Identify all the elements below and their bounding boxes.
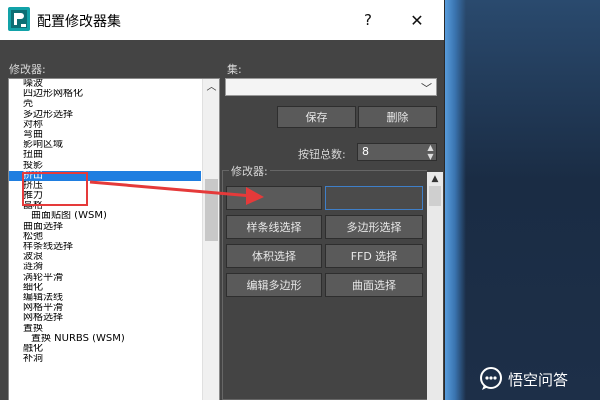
modifiers-list-label: 修改器:	[9, 63, 46, 76]
chat-bubble-logo-icon	[480, 367, 502, 390]
modifier-list-item[interactable]: 网格平滑	[9, 303, 201, 313]
modifier-list-item[interactable]: 对称	[9, 120, 201, 130]
modifiers-group-scrollbar[interactable]: ▲	[427, 172, 443, 400]
set-label: 集:	[227, 63, 242, 76]
modifier-list-item[interactable]: 网格选择	[9, 313, 201, 323]
configure-modifier-sets-dialog: 配置修改器集 ? ✕ 修改器: 噪波 四边形网格化壳多边形选择 对称 弯曲 影响区域 扭曲…	[0, 0, 445, 400]
spinner-arrows-icon[interactable]: ▲ ▼	[424, 143, 437, 161]
modifier-slot-active[interactable]	[325, 186, 423, 210]
modifier-slot-button[interactable]: 体积选择	[226, 244, 322, 268]
modifier-list-item[interactable]: 置换	[9, 324, 201, 334]
window-title: 配置修改器集	[37, 14, 121, 30]
help-button[interactable]: ?	[356, 8, 380, 32]
modifier-list-item[interactable]: 涟漪	[9, 262, 201, 272]
modifier-list-item[interactable]: 样条线选择	[9, 242, 201, 252]
modifiers-list[interactable]: 噪波 四边形网格化壳多边形选择 对称 弯曲 影响区域 扭曲 投影 挤出 挤压 推力 晶格 曲面贴图 (…	[8, 78, 220, 400]
modifier-list-item[interactable]: 融化	[9, 344, 201, 354]
modifiers-list-items: 噪波 四边形网格化壳多边形选择 对称 弯曲 影响区域 扭曲 投影 挤出 挤压 推力 晶格 曲面贴图 (…	[9, 79, 201, 364]
save-button[interactable]: 保存	[277, 106, 356, 128]
desktop-glow	[444, 0, 466, 400]
modifiers-list-scrollbar[interactable]: ︿	[202, 79, 219, 400]
scroll-thumb[interactable]	[205, 179, 218, 241]
modifier-list-item[interactable]: 曲面选择	[9, 222, 201, 232]
modifier-slot-button[interactable]: FFD 选择	[325, 244, 423, 268]
modifier-list-item[interactable]: 壳	[9, 99, 201, 109]
watermark: 悟空问答	[478, 366, 568, 392]
modifier-list-item[interactable]: 弯曲	[9, 130, 201, 140]
modifiers-group-label: 修改器:	[229, 163, 270, 179]
desktop-background	[444, 0, 600, 400]
modifier-list-item[interactable]: 波浪	[9, 252, 201, 262]
chevron-down-icon: ﹀	[421, 82, 432, 95]
watermark-text: 悟空问答	[508, 370, 569, 389]
scroll-thumb[interactable]	[429, 186, 441, 206]
modifier-slot-button[interactable]: 曲面选择	[325, 273, 423, 297]
modifier-slot-empty[interactable]	[226, 186, 322, 210]
scroll-up-arrow-icon[interactable]: ︿	[203, 81, 219, 95]
button-count-label: 按钮总数:	[298, 148, 346, 161]
modifier-list-item[interactable]: 噪波	[9, 79, 201, 89]
set-dropdown[interactable]: ﹀	[225, 78, 437, 96]
modifier-list-item[interactable]: 细化	[9, 283, 201, 293]
3dsmax-app-icon	[8, 7, 30, 31]
annotation-highlight-box	[22, 172, 88, 206]
modifier-list-item[interactable]: 扭曲	[9, 150, 201, 160]
scroll-up-arrow-icon[interactable]: ▲	[427, 174, 443, 184]
modifier-list-item[interactable]: 影响区域	[9, 140, 201, 150]
modifier-list-item[interactable]: 投影	[9, 161, 201, 171]
delete-button[interactable]: 删除	[358, 106, 437, 128]
modifier-list-item[interactable]: 四边形网格化	[9, 89, 201, 99]
close-button[interactable]: ✕	[405, 8, 429, 32]
modifier-list-item[interactable]: 补洞	[9, 354, 201, 364]
modifier-list-item[interactable]: 多边形选择	[9, 110, 201, 120]
modifier-slot-button[interactable]: 样条线选择	[226, 215, 322, 239]
title-bar: 配置修改器集 ? ✕	[0, 0, 444, 40]
modifier-slot-button[interactable]: 编辑多边形	[226, 273, 322, 297]
modifier-list-item[interactable]: 编辑法线	[9, 293, 201, 303]
modifier-list-item[interactable]: 涡轮平滑	[9, 273, 201, 283]
modifier-slot-button[interactable]: 多边形选择	[325, 215, 423, 239]
modifier-list-item[interactable]: 曲面贴图 (WSM)	[9, 211, 201, 221]
modifier-list-item[interactable]: 松弛	[9, 232, 201, 242]
modifier-list-item[interactable]: 置换 NURBS (WSM)	[9, 334, 201, 344]
